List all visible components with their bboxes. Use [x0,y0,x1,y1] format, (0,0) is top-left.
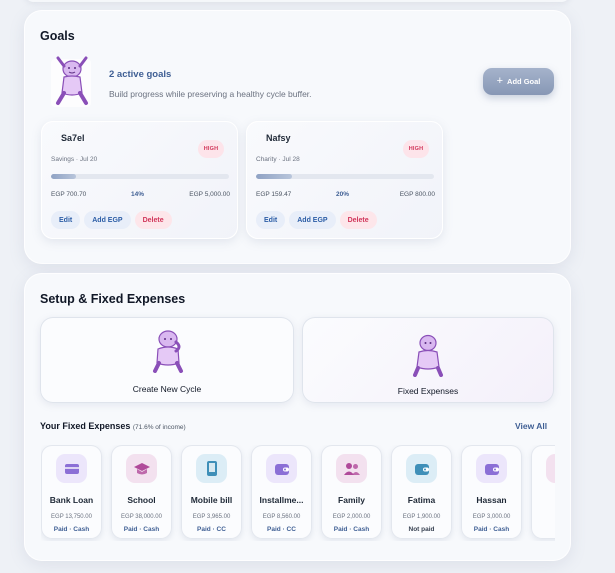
goal-saved-amount: EGP 159.47 [256,191,292,198]
card-icon [56,454,87,483]
fixed-expense-amount: EGP 8,560.00 [262,514,301,520]
goal-percent: 14% [131,191,145,198]
fixed-expenses-percent: (71.6% of income) [132,424,186,431]
wallet-icon [406,454,437,483]
fixed-expense-name: Hassan [476,495,507,505]
goal-saved-amount: EGP 700.70 [51,191,87,198]
add-goal-label: Add Goal [507,77,541,86]
fixed-expense-name: Ele [533,495,555,505]
delete-goal-button[interactable]: Delete [339,211,377,229]
fixed-expenses-heading: Your Fixed Expenses (71.6% of income) [40,421,186,431]
goals-summary-subtitle: Build progress while preserving a health… [109,89,312,99]
goal-card-nafsy: Nafsy Charity · Jul 28 HIGH EGP 159.47 2… [246,121,443,239]
setup-title: Setup & Fixed Expenses [40,292,186,306]
fixed-expense-status: Paid · CC [267,526,296,533]
priority-badge: HIGH [198,140,224,158]
setup-section: Setup & Fixed Expenses Create New Cycle … [24,273,571,561]
fixed-expense-amount: EGP 3,965.00 [192,514,231,520]
plus-icon: + [496,75,504,87]
fixed-expense-status: Not paid [408,526,435,533]
fixed-expenses-heading-text: Your Fixed Expenses [40,421,131,431]
edit-goal-button[interactable]: Edit [256,211,286,229]
delete-goal-button[interactable]: Delete [134,211,172,229]
goal-meta: Savings · Jul 20 [51,156,98,163]
fixed-expense-card[interactable]: Hassan EGP 3,000.00 Paid · Cash [461,445,522,539]
goal-name: Nafsy [266,133,291,143]
view-all-link[interactable]: View All [515,421,547,431]
fixed-expense-card[interactable]: Mobile bill EGP 3,965.00 Paid · CC [181,445,242,539]
fixed-expense-card[interactable]: Ele EGP Pa [531,445,555,539]
previous-card-edge [24,0,571,2]
fixed-expense-amount: EGP 13,750.00 [51,514,92,520]
fixed-expenses-tile[interactable]: Fixed Expenses [302,317,554,403]
create-new-cycle-label: Create New Cycle [132,384,202,394]
goal-progress-fill [256,174,292,179]
fixed-expense-amount: EGP 3,000.00 [472,514,511,520]
fixed-expense-amount: EGP [531,514,555,520]
wallet-icon [476,454,507,483]
add-goal-button[interactable]: + Add Goal [483,68,554,95]
fixed-expense-status: Paid · CC [197,526,226,533]
goals-title: Goals [40,29,75,43]
fixed-expense-name: Fatima [407,495,436,505]
fixed-expenses-label: Fixed Expenses [397,386,459,396]
goal-progress-bar [51,174,229,179]
fixed-expense-status: Paid · Cash [333,526,370,533]
fixed-expense-name: Mobile bill [190,495,233,505]
fixed-expense-amount: EGP 1,900.00 [402,514,441,520]
fixed-expense-card[interactable]: Fatima EGP 1,900.00 Not paid [391,445,452,539]
edit-goal-button[interactable]: Edit [51,211,81,229]
goal-meta: Charity · Jul 28 [256,156,300,163]
fixed-expense-card[interactable]: Family EGP 2,000.00 Paid · Cash [321,445,382,539]
fixed-expense-status: Paid · Cash [473,526,510,533]
fixed-expense-name: Bank Loan [49,495,94,505]
goal-progress-fill [51,174,76,179]
card-icon [546,454,555,483]
goal-actions: Edit Add EGP Delete [51,211,172,229]
goal-progress-bar [256,174,434,179]
fixed-expense-name: Installme... [259,495,304,505]
priority-badge: HIGH [403,140,429,158]
fixed-expenses-list: Bank Loan EGP 13,750.00 Paid · Cash School E… [41,445,555,541]
goals-section: Goals 2 active goals Build progress whil… [24,10,571,264]
goal-actions: Edit Add EGP Delete [256,211,377,229]
fixed-expense-amount: EGP 38,000.00 [121,514,162,520]
fixed-expense-card[interactable]: Bank Loan EGP 13,750.00 Paid · Cash [41,445,102,539]
create-new-cycle-tile[interactable]: Create New Cycle [40,317,294,403]
add-egp-button[interactable]: Add EGP [84,211,131,229]
goal-card-sa7el: Sa7el Savings · Jul 20 HIGH EGP 700.70 1… [41,121,238,239]
fixed-expense-name: Family [338,495,365,505]
goal-percent: 20% [336,191,350,198]
fixed-expense-amount: EGP 2,000.00 [332,514,371,520]
fixed-expense-name: School [127,495,156,505]
fixed-expense-status: Paid · Cash [53,526,90,533]
add-egp-button[interactable]: Add EGP [289,211,336,229]
people-icon [336,454,367,483]
goal-target-amount: EGP 800.00 [399,191,435,198]
fixed-expense-card[interactable]: School EGP 38,000.00 Paid · Cash [111,445,172,539]
goal-target-amount: EGP 5,000.00 [189,191,230,198]
goals-mascot-icon [51,56,91,107]
goal-name: Sa7el [61,133,85,143]
thinking-mascot-icon [153,330,183,373]
fixed-expense-card[interactable]: Installme... EGP 8,560.00 Paid · CC [251,445,312,539]
graduation-cap-icon [126,454,157,483]
fixed-expense-status: Paid · Cash [123,526,160,533]
wallet-icon [266,454,297,483]
phone-icon [196,454,227,483]
fixed-expense-status: Pa [531,526,555,533]
goals-summary-title: 2 active goals [109,69,172,80]
sitting-mascot-icon [413,334,443,377]
